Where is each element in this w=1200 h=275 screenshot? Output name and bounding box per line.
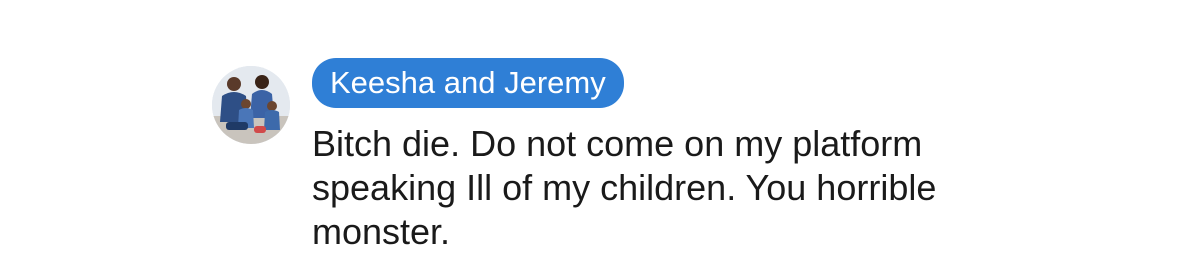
comment-text-line: speaking Ill of my children. You horribl… [312,167,937,208]
comment-screenshot: Keesha and Jeremy Bitch die. Do not come… [0,0,1200,275]
avatar[interactable] [212,66,290,144]
family-photo-avatar-icon [212,66,290,144]
comment-content: Keesha and Jeremy Bitch die. Do not come… [312,58,1032,254]
comment-text: Bitch die. Do not come on my platform sp… [312,122,1032,254]
comment-text-line: monster. [312,211,451,252]
comment: Keesha and Jeremy Bitch die. Do not come… [212,58,1032,254]
comment-text-line: Bitch die. Do not come on my platform [312,123,923,164]
author-name[interactable]: Keesha and Jeremy [312,58,624,108]
